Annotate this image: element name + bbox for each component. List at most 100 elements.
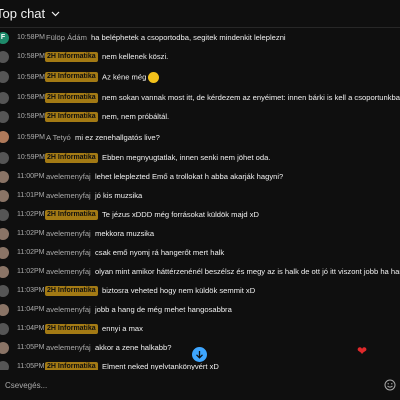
chevron-down-icon[interactable] (49, 8, 61, 20)
message-timestamp: 10:59PM (17, 133, 46, 141)
message-timestamp: 11:02PM (17, 268, 45, 275)
message-text-content: Ebben megnyugtatlak, innen senki nem jöh… (102, 153, 271, 162)
owner-author-badge[interactable]: 2H Informatika (45, 323, 98, 334)
message-timestamp: 11:05PM (17, 363, 45, 370)
message-timestamp: 11:04PM (17, 306, 45, 313)
message-author[interactable]: avelemenyfaj (46, 343, 91, 352)
message-text-content: jó kis muzsika (95, 191, 143, 200)
message-author[interactable]: Fülöp Ádám (46, 33, 87, 42)
message-author[interactable]: avelemenyfaj (46, 267, 91, 276)
owner-author-badge[interactable]: 2H Informatika (45, 152, 98, 163)
message-text-content: olyan mint amikor háttérzenénél beszélsz… (95, 267, 400, 276)
chat-header: Top chat (0, 0, 400, 28)
owner-author-badge[interactable]: 2H Informatika (45, 51, 98, 62)
chat-input-bar (0, 370, 400, 400)
message-text: lehet leleplezted Emő a trollokat h abba… (95, 172, 283, 181)
avatar[interactable] (0, 110, 9, 123)
chat-message[interactable]: 11:02PM avelemenyfaj olyan mint amikor hát… (0, 262, 400, 281)
message-timestamp: 10:58PM (17, 53, 46, 60)
message-author[interactable]: avelemenyfaj (46, 305, 91, 314)
chat-message[interactable]: 11:02PM 2H Informatika Te jézus xDDD még f… (0, 205, 400, 224)
chat-message[interactable]: 11:04PM 2H Informatika ennyi a max (0, 319, 400, 338)
avatar[interactable] (0, 71, 9, 83)
chat-input[interactable] (0, 376, 370, 394)
avatar[interactable] (0, 303, 9, 316)
avatar[interactable] (0, 50, 9, 63)
avatar[interactable] (0, 341, 9, 354)
message-timestamp: 11:00PM (17, 173, 45, 180)
message-text-content: nem sokan vannak most itt, de kérdezem a… (102, 93, 400, 102)
avatar[interactable] (0, 322, 9, 335)
chat-message[interactable]: 11:03PM 2H Informatika biztosra veheted ho… (0, 281, 400, 300)
chat-message[interactable]: 10:58PM 2H Informatika nem sokan vannak mo… (0, 88, 400, 107)
message-timestamp: 10:58PM (17, 113, 46, 120)
message-text: biztosra veheted hogy nem küldök semmit … (102, 286, 255, 295)
chat-message[interactable]: 11:04PM avelemenyfaj jobb a hang de még me… (0, 300, 400, 319)
message-timestamp: 10:59PM (17, 154, 46, 161)
smile-emoji-icon (148, 71, 160, 83)
arrow-down-icon[interactable] (192, 347, 207, 362)
message-timestamp: 11:02PM (17, 230, 45, 237)
message-text: mi ez zenehallgatós live? (75, 133, 160, 142)
avatar[interactable] (0, 131, 9, 143)
message-author[interactable]: avelemenyfaj (46, 172, 91, 181)
message-author[interactable]: avelemenyfaj (46, 229, 91, 238)
message-text-content: akkor a zene halkabb? (95, 343, 172, 352)
message-text-content: csak emő nyomj rá hangerőt mert halk (95, 248, 225, 257)
avatar[interactable] (0, 360, 9, 370)
message-text-content: lehet leleplezted Emő a trollokat h abba… (95, 172, 284, 181)
chat-message[interactable]: 11:02PM avelemenyfaj mekkora muzsika (0, 224, 400, 243)
chat-message[interactable]: 11:01PM avelemenyfaj jó kis muzsika (0, 186, 400, 205)
avatar[interactable]: F (0, 31, 9, 44)
chat-message[interactable]: 10:59PM A Tetyó mi ez zenehallgatós live? (0, 126, 400, 148)
avatar[interactable] (0, 227, 9, 240)
message-text: akkor a zene halkabb? (95, 343, 171, 352)
owner-author-badge[interactable]: 2H Informatika (45, 72, 98, 82)
message-text-content: biztosra veheted hogy nem küldök semmit … (102, 286, 256, 295)
message-text: Te jézus xDDD még forrásokat küldök majd… (102, 210, 259, 219)
message-text-content: nem, nem próbáltál. (102, 112, 170, 121)
message-text-content: ennyi a max (102, 324, 143, 333)
owner-author-badge[interactable]: 2H Informatika (45, 92, 98, 103)
chat-message[interactable]: 10:58PM 2H Informatika nem, nem próbáltál. (0, 107, 400, 126)
top-chat-selector[interactable]: Top chat (0, 6, 45, 21)
message-text: mekkora muzsika (95, 229, 154, 238)
avatar[interactable] (0, 170, 9, 183)
message-text-content: nem kellenek köszi. (102, 52, 169, 61)
chat-message[interactable]: 10:58PM 2H Informatika Az kéne még (0, 66, 400, 88)
message-author[interactable]: A Tetyó (46, 133, 71, 142)
message-text: Az kéne még (102, 71, 160, 83)
message-text-content: mekkora muzsika (95, 229, 155, 238)
chat-message[interactable]: 10:59PM 2H Informatika Ebben megnyugtatlak… (0, 148, 400, 167)
avatar[interactable] (0, 208, 9, 221)
message-text: olyan mint amikor háttérzenénél beszélsz… (95, 267, 400, 276)
message-timestamp: 11:02PM (17, 211, 45, 218)
message-text: Ebben megnyugtatlak, innen senki nem jöh… (102, 153, 270, 162)
chat-message[interactable]: 11:00PM avelemenyfaj lehet leleplezted Emő… (0, 167, 400, 186)
avatar[interactable] (0, 91, 9, 104)
chat-message-list[interactable]: F 10:58PM Fülöp Ádám ha beléphetek a csopor… (0, 28, 400, 370)
chat-message[interactable]: 11:02PM avelemenyfaj csak emő nyomj rá han… (0, 243, 400, 262)
avatar[interactable] (0, 246, 9, 259)
message-author[interactable]: avelemenyfaj (46, 191, 91, 200)
heart-icon[interactable]: ❤ (357, 344, 367, 358)
message-author[interactable]: avelemenyfaj (46, 248, 91, 257)
avatar[interactable] (0, 284, 9, 297)
message-timestamp: 11:01PM (17, 192, 45, 199)
message-timestamp: 11:05PM (17, 344, 45, 351)
avatar[interactable] (0, 265, 9, 278)
smiley-icon[interactable] (384, 378, 396, 391)
owner-author-badge[interactable]: 2H Informatika (45, 361, 98, 370)
owner-author-badge[interactable]: 2H Informatika (45, 209, 98, 220)
avatar[interactable] (0, 151, 9, 164)
message-text: nem sokan vannak most itt, de kérdezem a… (102, 93, 400, 102)
message-text: Elment neked nyelvtankönyvért xD (102, 362, 219, 370)
message-text-content: Elment neked nyelvtankönyvért xD (102, 362, 219, 370)
message-text: ennyi a max (102, 324, 143, 333)
owner-author-badge[interactable]: 2H Informatika (45, 285, 98, 296)
avatar[interactable] (0, 189, 9, 202)
message-text: jobb a hang de még mehet hangosabbra (95, 305, 232, 314)
chat-message[interactable]: F 10:58PM Fülöp Ádám ha beléphetek a csopor… (0, 28, 400, 47)
chat-message[interactable]: 10:58PM 2H Informatika nem kellenek köszi. (0, 47, 400, 66)
owner-author-badge[interactable]: 2H Informatika (45, 111, 98, 122)
